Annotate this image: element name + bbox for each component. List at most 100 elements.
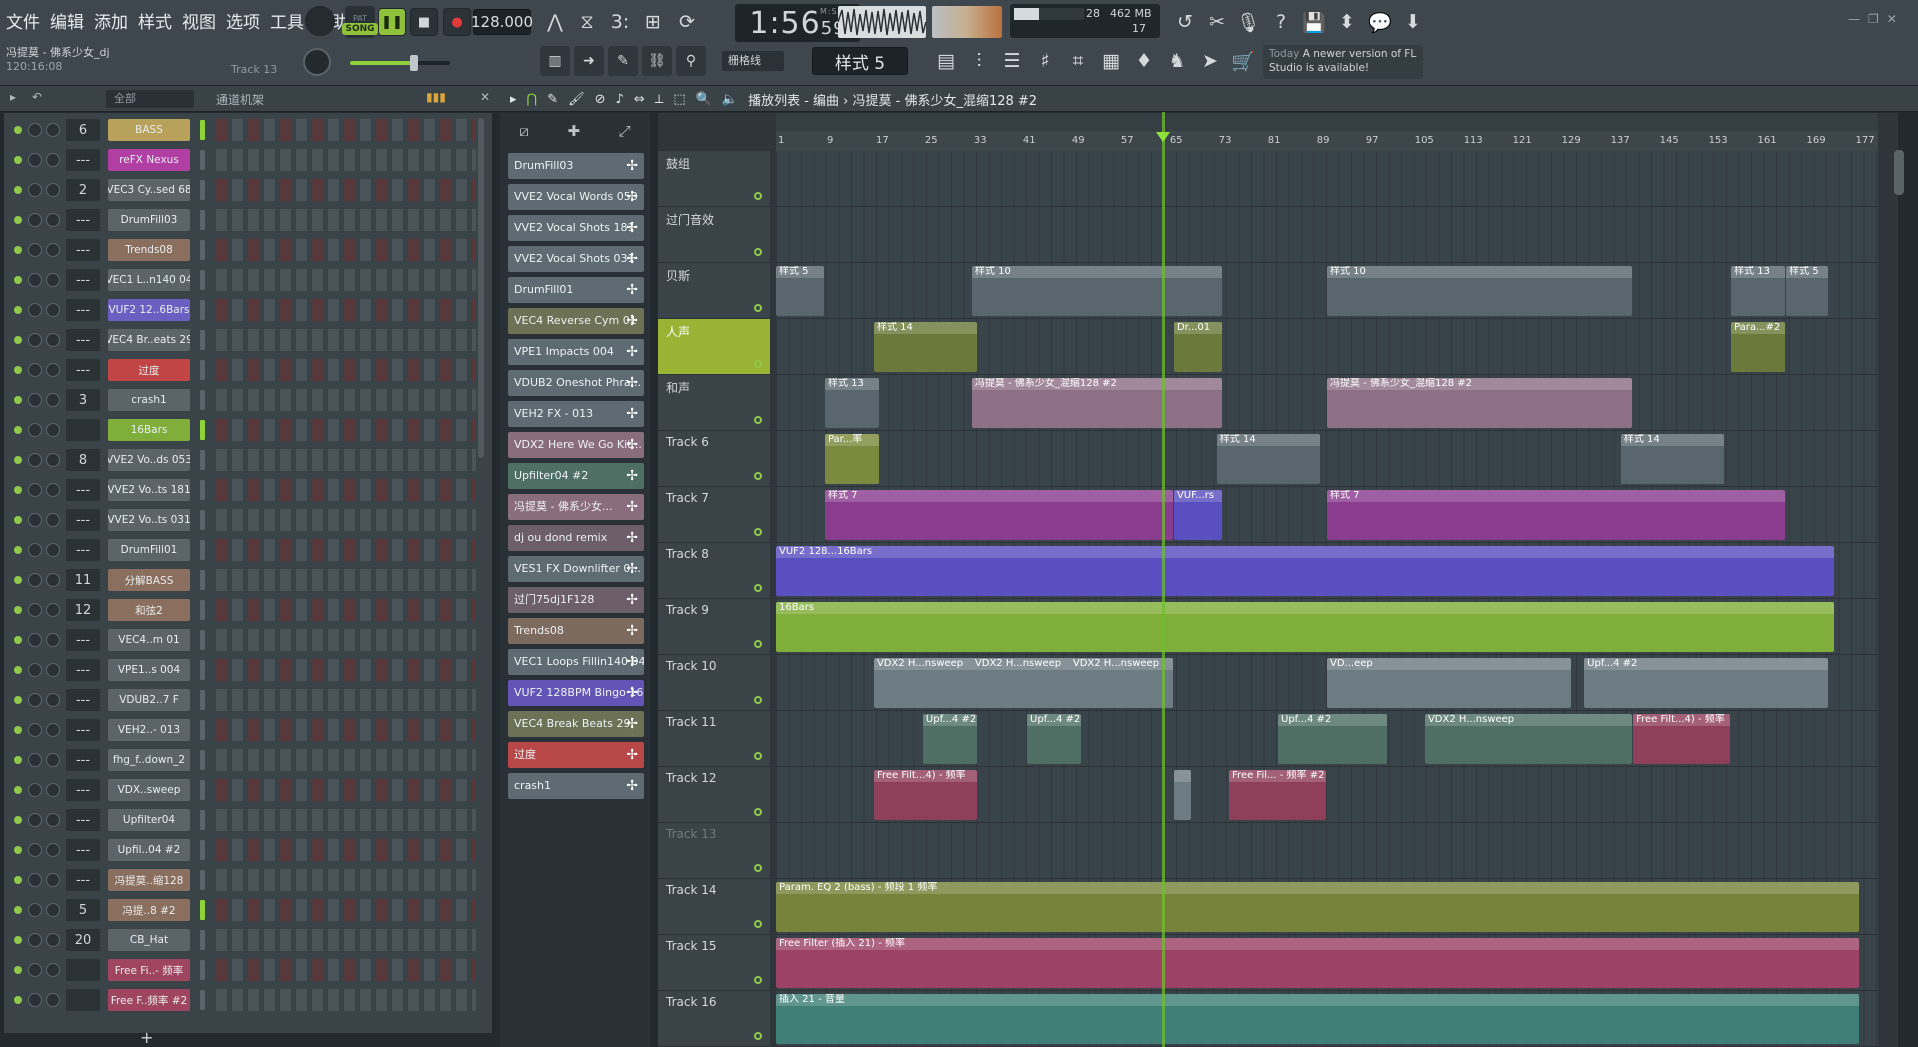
channel-name-button[interactable]: 冯提莫..缩128 xyxy=(108,869,190,891)
playlist-clip[interactable]: Upf...4 #2 xyxy=(1278,714,1388,764)
channel-led[interactable] xyxy=(14,366,22,374)
step-sequencer[interactable] xyxy=(216,869,476,891)
volume-knob[interactable] xyxy=(46,453,60,467)
mixer-track-number[interactable]: --- xyxy=(66,299,100,321)
step-sequencer[interactable] xyxy=(216,719,476,741)
step-sequencer[interactable] xyxy=(216,389,476,411)
channel-name-button[interactable]: Trends08 xyxy=(108,239,190,261)
mixer-track-number[interactable]: 11 xyxy=(66,569,100,591)
expand-icon[interactable]: ✢ xyxy=(626,587,638,613)
picker-item[interactable]: DrumFill03 ✢ xyxy=(508,153,644,179)
step-sequencer[interactable] xyxy=(216,179,476,201)
channel-select-indicator[interactable] xyxy=(200,660,205,680)
picker-item[interactable]: DrumFill01 ✢ xyxy=(508,277,644,303)
playhead[interactable] xyxy=(1162,112,1165,1047)
delete-tool-icon[interactable]: ⊘ xyxy=(595,92,606,107)
step-sequencer[interactable] xyxy=(216,749,476,771)
menu-item[interactable]: 视图 xyxy=(182,8,216,33)
mixer-track-number[interactable]: 2 xyxy=(66,179,100,201)
track-mute-led[interactable] xyxy=(754,1032,762,1040)
expand-icon[interactable]: ✢ xyxy=(626,618,638,644)
track-header[interactable]: 鼓组 xyxy=(658,151,770,207)
pan-knob[interactable] xyxy=(28,783,42,797)
mixer-track-number[interactable] xyxy=(66,959,100,981)
volume-knob[interactable] xyxy=(46,903,60,917)
playlist-scrollbar[interactable] xyxy=(1894,150,1904,195)
volume-knob[interactable] xyxy=(46,153,60,167)
playlist-clip[interactable]: 16Bars xyxy=(776,602,1835,652)
automation-view-icon[interactable]: ⤢ xyxy=(619,122,631,140)
mixer-track-number[interactable]: --- xyxy=(66,749,100,771)
pan-knob[interactable] xyxy=(28,153,42,167)
expand-icon[interactable]: ✢ xyxy=(626,742,638,768)
step-sequencer[interactable] xyxy=(216,599,476,621)
step-sequencer[interactable] xyxy=(216,119,476,141)
mixer-track-number[interactable]: --- xyxy=(66,689,100,711)
channel-select-indicator[interactable] xyxy=(200,960,205,980)
volume-knob[interactable] xyxy=(46,963,60,977)
playlist-clip[interactable]: 样式 13 xyxy=(1731,266,1786,316)
expand-icon[interactable]: ✢ xyxy=(626,184,638,210)
channel-select-indicator[interactable] xyxy=(200,330,205,350)
channel-row[interactable]: --- VUF2 12..6Bars xyxy=(4,295,492,325)
expand-icon[interactable]: ✢ xyxy=(626,370,638,396)
channel-name-button[interactable]: VDX..sweep xyxy=(108,779,190,801)
channel-led[interactable] xyxy=(14,636,22,644)
expand-icon[interactable]: ✢ xyxy=(626,463,638,489)
plugin-picker-icon[interactable]: ▦ xyxy=(1096,46,1126,76)
playlist-clip[interactable]: 冯提莫 - 佛系少女_混缩128 #2 xyxy=(971,378,1222,428)
volume-knob[interactable] xyxy=(46,483,60,497)
channel-row[interactable]: --- VVE2 Vo..ts 181 xyxy=(4,475,492,505)
volume-knob[interactable] xyxy=(46,783,60,797)
timeline-ruler[interactable]: 1 9 17 25 33 41 49 57 65 73 81 89 97 105 113 121 129 137 1… xyxy=(776,131,1878,151)
pattern-song-toggle[interactable]: PAT SONG xyxy=(342,6,378,38)
undo-rack-icon[interactable]: ↶ xyxy=(32,90,42,104)
channel-led[interactable] xyxy=(14,246,22,254)
pan-knob[interactable] xyxy=(28,843,42,857)
slice-tool-icon[interactable]: ⟂ xyxy=(655,92,664,107)
track-header[interactable]: 贝斯 xyxy=(658,263,770,319)
channel-led[interactable] xyxy=(14,666,22,674)
channel-select-indicator[interactable] xyxy=(200,750,205,770)
star-view-icon[interactable]: ✚ xyxy=(567,122,580,140)
channel-select-indicator[interactable] xyxy=(200,870,205,890)
channel-select-indicator[interactable] xyxy=(200,810,205,830)
pause-button[interactable]: ❚❚ xyxy=(378,8,406,36)
track-mute-led[interactable] xyxy=(754,416,762,424)
touch-icon[interactable]: ➤ xyxy=(1195,46,1225,76)
playlist-clip[interactable]: 样式 10 xyxy=(971,266,1222,316)
playlist-clip[interactable]: VD...eep xyxy=(1327,658,1571,708)
track-lane[interactable] xyxy=(776,207,1878,263)
track-mute-led[interactable] xyxy=(754,304,762,312)
volume-knob[interactable] xyxy=(46,213,60,227)
tempo-display[interactable]: 128.000 xyxy=(471,9,533,35)
pan-knob[interactable] xyxy=(28,633,42,647)
step-sequencer[interactable] xyxy=(216,329,476,351)
pan-knob[interactable] xyxy=(28,963,42,977)
cut-icon[interactable]: ✂ xyxy=(1202,7,1232,37)
channel-led[interactable] xyxy=(14,996,22,1004)
mixer-track-number[interactable]: --- xyxy=(66,239,100,261)
channel-led[interactable] xyxy=(14,396,22,404)
picker-item[interactable]: crash1 ✢ xyxy=(508,773,644,799)
help-icon[interactable]: ? xyxy=(1266,7,1296,37)
channel-name-button[interactable]: VVE2 Vo..ts 181 xyxy=(108,479,190,501)
mixer-track-number[interactable]: --- xyxy=(66,479,100,501)
playlist-clip[interactable]: Free Filt...4) - 频率 xyxy=(873,770,978,820)
menu-item[interactable]: 添加 xyxy=(94,8,128,33)
step-sequencer[interactable] xyxy=(216,479,476,501)
step-sequencer[interactable] xyxy=(216,539,476,561)
pan-knob[interactable] xyxy=(28,933,42,947)
pan-knob[interactable] xyxy=(28,513,42,527)
master-volume-slider[interactable] xyxy=(350,55,450,71)
expand-icon[interactable]: ✢ xyxy=(626,401,638,427)
channel-led[interactable] xyxy=(14,306,22,314)
mixer-track-number[interactable]: --- xyxy=(66,659,100,681)
channel-led[interactable] xyxy=(14,846,22,854)
paint-tool-icon[interactable]: 🖌 xyxy=(568,92,585,107)
brush-icon[interactable]: ✎ xyxy=(608,46,638,76)
step-sequencer[interactable] xyxy=(216,149,476,171)
picker-item[interactable]: dj ou dond remix ✢ xyxy=(508,525,644,551)
volume-knob[interactable] xyxy=(46,393,60,407)
expand-icon[interactable]: ✢ xyxy=(626,432,638,458)
